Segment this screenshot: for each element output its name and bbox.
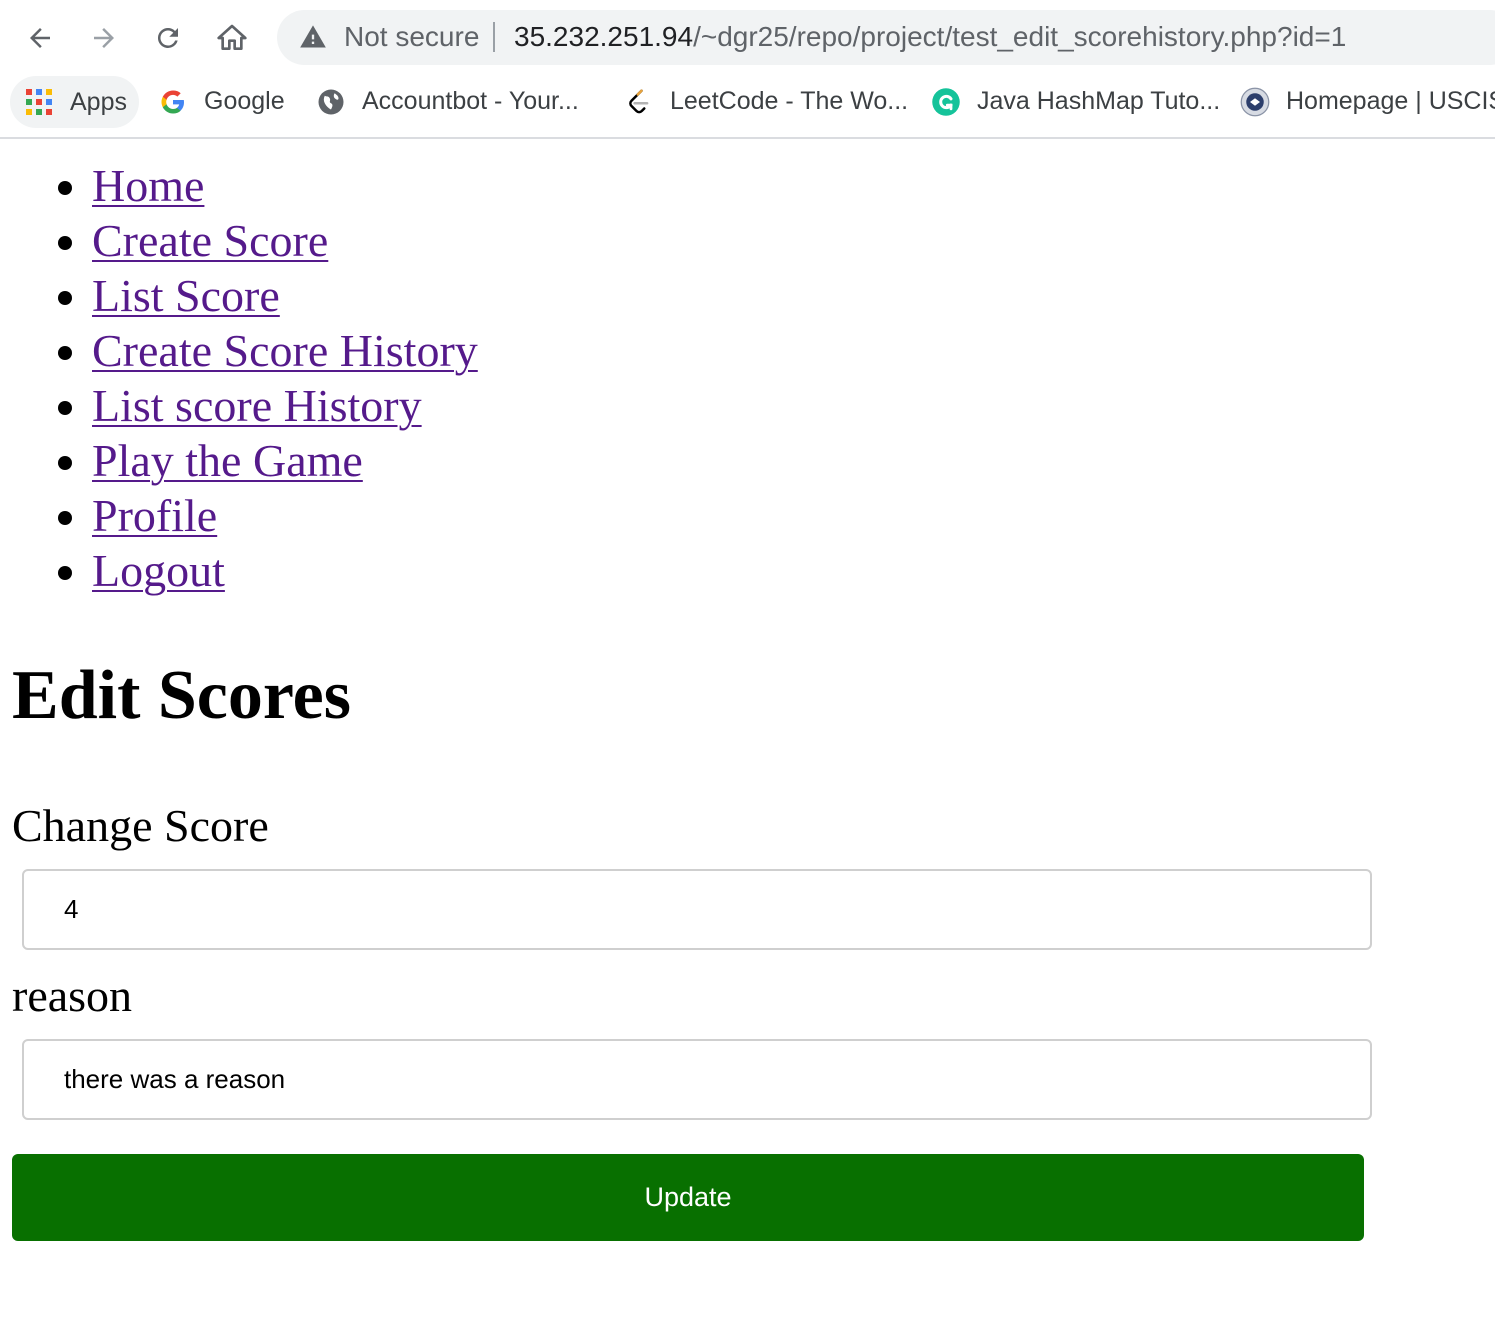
home-button[interactable] — [212, 18, 252, 58]
forward-button[interactable] — [84, 18, 124, 58]
nav-item-logout: Logout — [92, 543, 1482, 598]
bookmark-label: Accountbot - Your... — [362, 87, 579, 115]
security-status[interactable]: Not secure — [344, 21, 479, 53]
score-label: Change Score — [12, 800, 269, 851]
bookmark-label: Google — [204, 87, 285, 115]
page-title: Edit Scores — [12, 657, 351, 734]
bookmark-apps[interactable]: Apps — [10, 76, 139, 128]
nav-item-home: Home — [92, 158, 1482, 213]
apps-grid-icon — [24, 87, 54, 117]
page-content: Home Create Score List Score Create Scor… — [12, 140, 1482, 1241]
bookmark-accountbot[interactable]: Accountbot - Your... — [316, 74, 579, 129]
site-nav: Home Create Score List Score Create Scor… — [12, 158, 1482, 598]
bookmarks-bar: Apps Google Accountbot - Your... LeetCod… — [0, 74, 1495, 139]
nav-link-list-score[interactable]: List Score — [92, 270, 280, 321]
score-input[interactable] — [22, 869, 1372, 950]
leetcode-icon — [624, 87, 654, 117]
bookmark-uscis[interactable]: Homepage | USCIS — [1240, 74, 1495, 129]
bookmark-google[interactable]: Google — [158, 74, 285, 129]
update-button[interactable]: Update — [12, 1154, 1364, 1241]
bookmark-label: Apps — [70, 87, 127, 116]
warning-icon — [299, 23, 327, 58]
nav-link-create-score-history[interactable]: Create Score History — [92, 325, 478, 376]
forward-arrow-icon — [94, 28, 114, 48]
nav-link-profile[interactable]: Profile — [92, 490, 217, 541]
nav-link-play-game[interactable]: Play the Game — [92, 435, 363, 486]
address-separator — [493, 22, 495, 52]
bookmark-label: LeetCode - The Wo... — [670, 87, 909, 115]
reload-button[interactable] — [148, 18, 188, 58]
nav-item-list-score: List Score — [92, 268, 1482, 323]
grammarly-icon — [931, 87, 961, 117]
bookmark-leetcode[interactable]: LeetCode - The Wo... — [624, 74, 908, 129]
url-text[interactable]: 35.232.251.94/~dgr25/repo/project/test_e… — [514, 21, 1346, 53]
back-arrow-icon — [30, 28, 50, 48]
back-button[interactable] — [20, 18, 60, 58]
bookmark-label: Homepage | USCIS — [1286, 87, 1495, 115]
home-icon — [217, 24, 247, 50]
browser-toolbar: Not secure 35.232.251.94/~dgr25/repo/pro… — [0, 0, 1495, 74]
google-icon — [158, 87, 188, 117]
nav-link-list-score-history[interactable]: List score History — [92, 380, 422, 431]
bookmark-label: Java HashMap Tuto... — [977, 87, 1221, 115]
url-host: 35.232.251.94 — [514, 21, 694, 52]
nav-item-create-score: Create Score — [92, 213, 1482, 268]
url-path: /~dgr25/repo/project/test_edit_scorehist… — [693, 21, 1347, 52]
uscis-seal-icon — [1240, 87, 1270, 117]
reason-label: reason — [12, 970, 133, 1021]
globe-icon — [316, 87, 346, 117]
nav-link-logout[interactable]: Logout — [92, 545, 225, 596]
address-bar[interactable]: Not secure 35.232.251.94/~dgr25/repo/pro… — [277, 10, 1495, 65]
nav-link-home[interactable]: Home — [92, 160, 204, 211]
bookmark-java-hashmap[interactable]: Java HashMap Tuto... — [931, 74, 1220, 129]
nav-link-create-score[interactable]: Create Score — [92, 215, 328, 266]
nav-item-play-game: Play the Game — [92, 433, 1482, 488]
nav-item-create-score-history: Create Score History — [92, 323, 1482, 378]
reason-input[interactable] — [22, 1039, 1372, 1120]
reload-icon — [157, 27, 178, 48]
nav-item-profile: Profile — [92, 488, 1482, 543]
nav-item-list-score-history: List score History — [92, 378, 1482, 433]
